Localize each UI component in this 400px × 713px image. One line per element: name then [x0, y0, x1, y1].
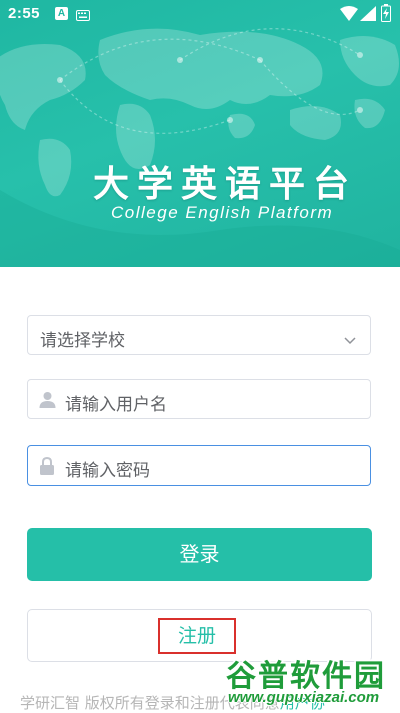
username-placeholder: 请输入用户名 — [65, 395, 167, 415]
battery-icon — [381, 4, 391, 26]
status-bar: 2:55 A — [0, 0, 400, 28]
watermark-url: www.gupuxiazai.com — [228, 689, 380, 706]
status-time: 2:55 — [8, 5, 41, 22]
keyboard-icon — [76, 8, 90, 25]
wifi-icon — [340, 6, 358, 25]
username-field[interactable]: 请输入用户名 — [27, 379, 371, 419]
header-banner: 2:55 A 大学英语平台 College English Platform — [0, 0, 400, 267]
login-button[interactable]: 登录 — [27, 528, 372, 581]
app-title: 大学英语平台 — [93, 164, 358, 205]
app-subtitle: College English Platform — [111, 203, 334, 222]
password-field[interactable]: 请输入密码 — [27, 445, 371, 486]
watermark: 谷普软件园 www.gupuxiazai.com — [222, 651, 398, 709]
world-map-graphic — [0, 28, 400, 267]
school-select-placeholder: 请选择学校 — [40, 331, 125, 351]
user-icon — [39, 391, 56, 412]
school-select[interactable]: 请选择学校 — [27, 315, 371, 355]
chevron-down-icon — [344, 330, 356, 349]
signal-icon — [360, 6, 376, 25]
register-link[interactable]: 注册 — [158, 618, 236, 654]
notification-badge: A — [55, 7, 68, 20]
password-placeholder: 请输入密码 — [65, 461, 150, 481]
lock-icon — [39, 456, 55, 479]
